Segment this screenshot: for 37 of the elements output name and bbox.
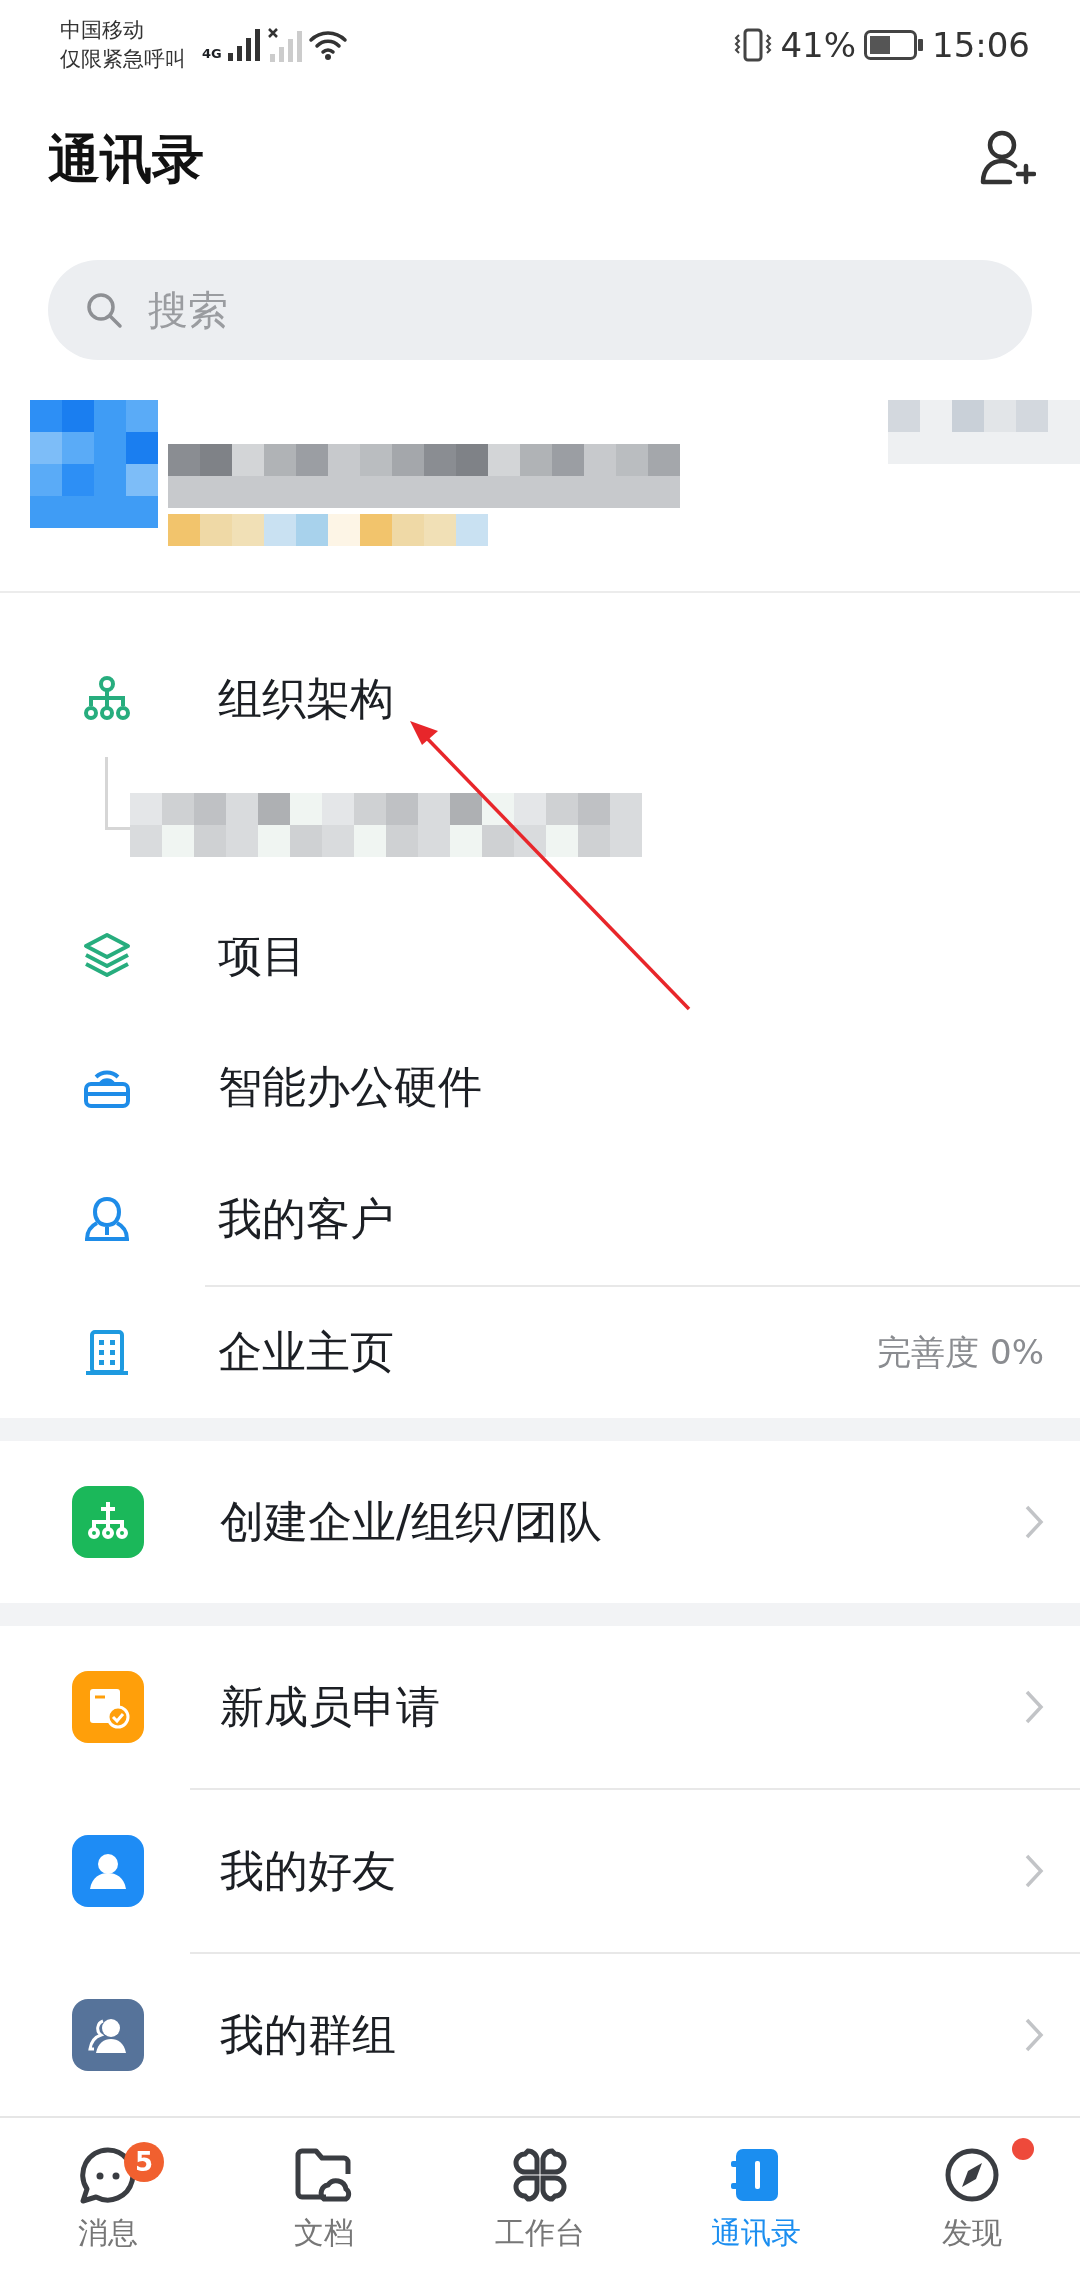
tab-item[interactable]: 发现 — [864, 2118, 1080, 2280]
chevron-icon — [1024, 2017, 1044, 2053]
list-item[interactable]: 我的客户 — [0, 1153, 1080, 1285]
chevron-icon — [1024, 1689, 1044, 1726]
clock-time: 15:06 — [932, 25, 1030, 65]
profile-card[interactable] — [0, 400, 1080, 593]
chevron-icon — [1024, 1504, 1044, 1541]
list-item[interactable]: 我的好友 — [0, 1790, 1080, 1953]
list-item[interactable]: 智能办公硬件 — [0, 1021, 1080, 1154]
unread-badge: 5 — [124, 2142, 164, 2182]
search-input[interactable]: 搜索 — [146, 286, 750, 334]
tab-item[interactable]: 工作台 — [432, 2118, 648, 2280]
battery-icon — [864, 30, 924, 60]
list-item[interactable]: 我的群组 — [0, 1954, 1080, 2116]
list-item[interactable]: 创建企业/组织/团队 — [0, 1441, 1080, 1604]
building-icon — [83, 1328, 131, 1377]
list-item[interactable]: 企业主页 完善度 0% — [0, 1286, 1080, 1419]
person-icon — [83, 1195, 131, 1244]
list-item[interactable]: 项目 — [0, 890, 1080, 1022]
vibrate-icon — [734, 27, 773, 63]
signal-icon — [227, 29, 262, 61]
search-field[interactable]: 搜索 — [48, 260, 1032, 360]
chat-icon — [78, 2144, 138, 2205]
tab-item[interactable]: 消息 5 — [0, 2118, 216, 2280]
wifi-icon — [307, 30, 348, 60]
page-title: 通讯录 — [48, 128, 204, 191]
chevron-icon — [1024, 1853, 1044, 1890]
carrier-note: 仅限紧急呼叫 — [60, 46, 186, 73]
list-item[interactable]: 新成员申请 — [0, 1626, 1080, 1789]
network-type: 4G — [202, 46, 222, 61]
carrier-name: 中国移动 — [60, 17, 145, 44]
completion-note: 完善度 0% — [877, 1330, 1044, 1374]
no-signal-icon — [267, 28, 302, 62]
list-item[interactable]: 组织架构 — [0, 642, 1080, 757]
tab-item[interactable]: 文档 — [216, 2118, 432, 2280]
battery-percent: 41% — [780, 25, 856, 65]
search-icon — [84, 290, 124, 330]
